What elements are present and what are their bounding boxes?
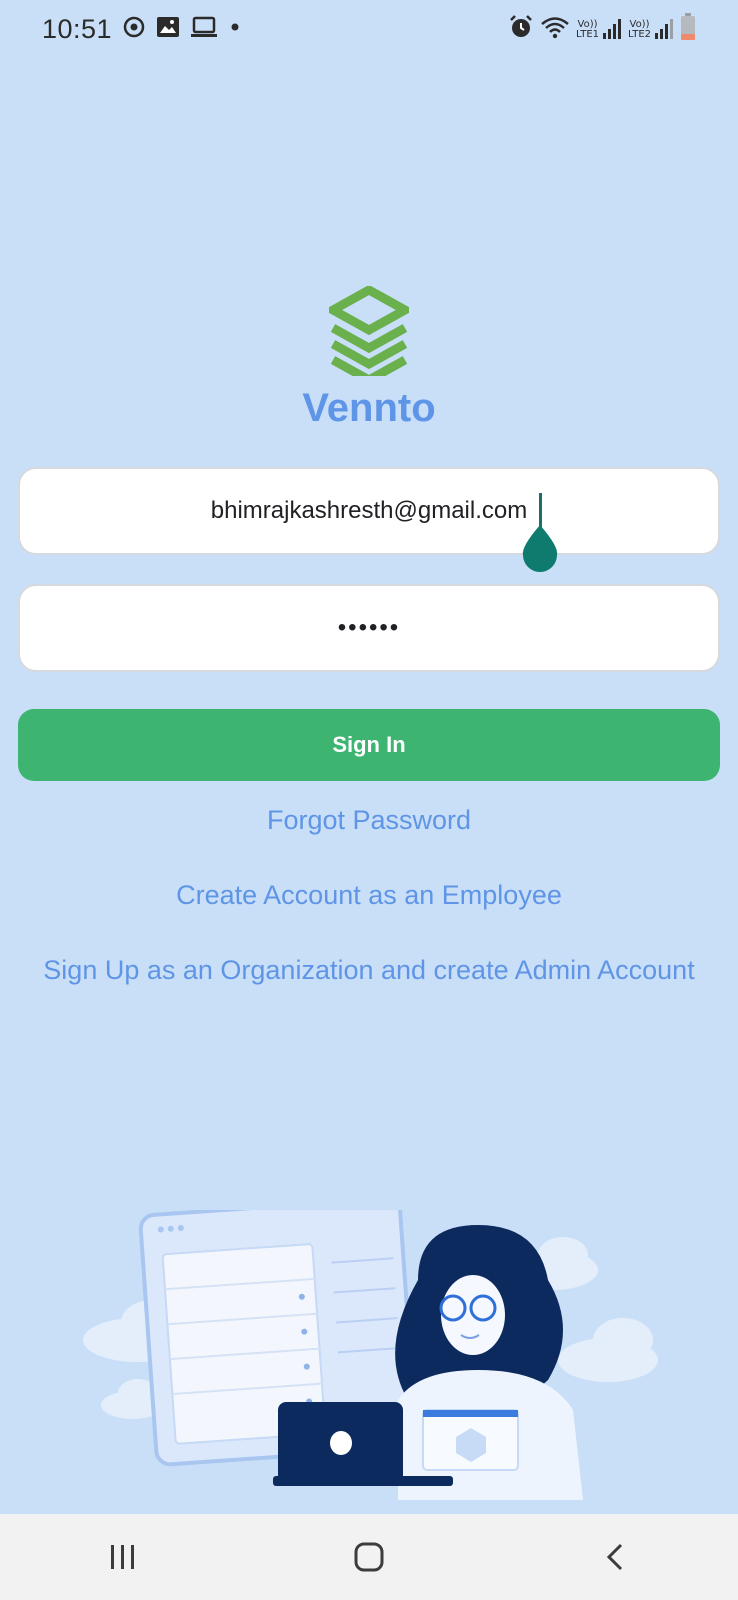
status-time: 10:51 [42,13,113,44]
lte2-label: Vo)) LTE2 [628,19,651,40]
signal-lte1-icon: Vo)) LTE1 [576,18,622,40]
layers-icon [323,284,415,386]
battery-icon [680,12,696,46]
woman-with-laptop-illustration [78,1196,668,1512]
home-icon[interactable] [339,1527,399,1587]
status-right: Vo)) LTE1 Vo)) LTE2 [508,12,696,46]
lte1-label: Vo)) LTE1 [576,19,600,40]
back-icon[interactable] [585,1527,645,1587]
status-left: 10:51 [42,14,242,45]
brand-name: Vennto [302,386,436,430]
password-value: •••••• [337,614,401,641]
password-field[interactable]: •••••• [18,584,720,672]
dot-icon [228,20,242,39]
create-employee-account-link[interactable]: Create Account as an Employee [40,878,698,913]
recent-apps-icon[interactable] [93,1527,153,1587]
signin-label: Sign In [332,732,406,757]
signup-organization-link[interactable]: Sign Up as an Organization and create Ad… [40,953,698,988]
signal-lte2-icon: Vo)) LTE2 [628,18,674,40]
sync-icon [122,15,146,44]
status-bar: 10:51 Vo)) LTE1 Vo)) LTE2 [0,0,738,58]
nav-bar [0,1514,738,1600]
wifi-icon [540,15,570,44]
forgot-password-link[interactable]: Forgot Password [40,803,698,838]
cursor-handle-icon[interactable] [521,525,559,573]
email-value: bhimrajkashresth@gmail.com [210,497,528,524]
alarm-icon [508,14,534,45]
signin-button[interactable]: Sign In [18,709,720,781]
laptop-icon [190,16,218,43]
image-icon [156,16,180,43]
email-field[interactable]: bhimrajkashresth@gmail.com [18,467,720,555]
